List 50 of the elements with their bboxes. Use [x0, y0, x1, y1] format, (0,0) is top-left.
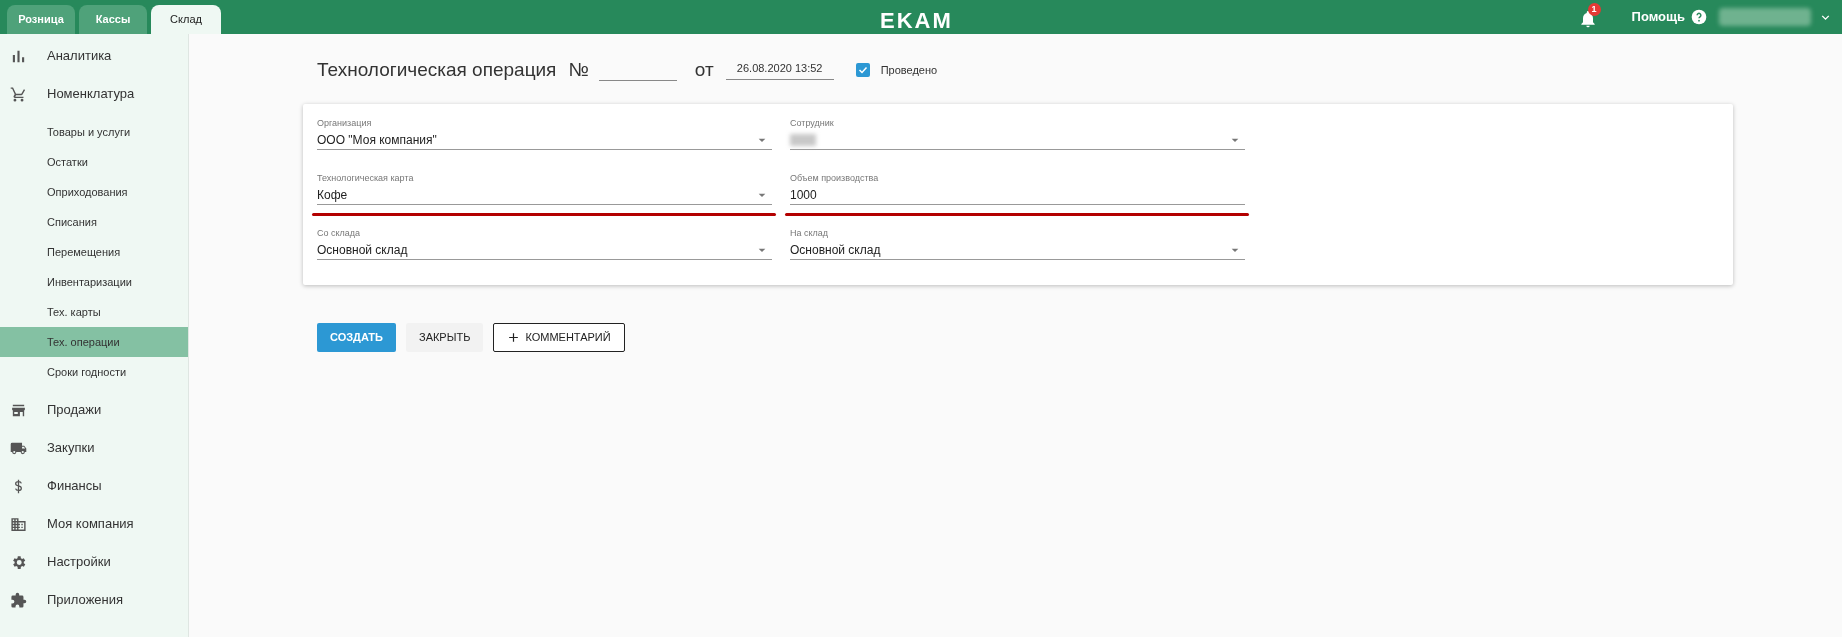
sidebar-item[interactable]: Настройки	[0, 543, 188, 581]
settings-icon	[10, 553, 27, 571]
select-field[interactable]	[790, 131, 1245, 150]
field-label: На склад	[790, 228, 830, 239]
action-button[interactable]: КОММЕНТАРИЙ	[493, 323, 625, 352]
blurred-value	[790, 134, 816, 146]
field-label: Организация	[317, 118, 373, 129]
sidebar-item[interactable]: Моя компания	[0, 505, 188, 543]
date-field[interactable]: 26.08.2020 13:52	[725, 59, 834, 81]
notification-button[interactable]: 1	[1577, 5, 1602, 29]
select-field[interactable]: Основной склад	[790, 241, 1245, 260]
sidebar-subitem[interactable]: Сроки годности	[0, 357, 188, 387]
field-label: Технологическая карта	[317, 173, 415, 184]
plus-icon	[507, 331, 521, 344]
sidebar-subitem[interactable]: Тех. карты	[0, 297, 188, 327]
logo[interactable]: EKAM	[880, 4, 953, 37]
posted-checkbox[interactable]	[855, 63, 870, 77]
check-icon	[856, 64, 869, 76]
help-icon	[1691, 9, 1707, 25]
field-label: Со склада	[317, 228, 362, 239]
field-label: Сотрудник	[790, 118, 835, 129]
sidebar-subitem[interactable]: Инвентаризации	[0, 267, 188, 297]
select-field[interactable]: ООО "Моя компания"	[317, 131, 772, 150]
sidebar-item[interactable]: Приложения	[0, 581, 188, 619]
action-button[interactable]: ЗАКРЫТЬ	[406, 323, 484, 352]
input-field[interactable]: 1000	[790, 186, 1245, 205]
sidebar-item[interactable]: Закупки	[0, 429, 188, 467]
cart-icon	[10, 85, 27, 103]
posted-label: Проведено	[880, 62, 938, 78]
sidebar-item[interactable]: Продажи	[0, 391, 188, 429]
sidebar-subitem[interactable]: Оприходования	[0, 177, 188, 207]
page-title: Технологическая операция	[317, 57, 557, 82]
sidebar-subitem[interactable]: Перемещения	[0, 237, 188, 267]
sidebar-subitem[interactable]: Тех. операции	[0, 327, 188, 357]
sidebar-item[interactable]: Номенклатура	[0, 75, 188, 113]
select-field[interactable]: Кофе	[317, 186, 772, 205]
top-tab[interactable]: Склад	[151, 5, 221, 34]
number-label: №	[568, 57, 589, 82]
sidebar-subitem[interactable]: Товары и услуги	[0, 117, 188, 147]
puzzle-icon	[10, 591, 27, 609]
date-label: от	[694, 57, 714, 82]
notification-badge: 1	[1587, 3, 1601, 16]
sidebar-item[interactable]: Финансы	[0, 467, 188, 505]
help-link[interactable]: Помощь	[1631, 7, 1685, 27]
field-label: Объем производства	[790, 173, 880, 184]
building-icon	[10, 515, 27, 533]
sidebar-subitem[interactable]: Остатки	[0, 147, 188, 177]
sidebar-subitem[interactable]: Списания	[0, 207, 188, 237]
sidebar-item[interactable]: Аналитика	[0, 37, 188, 75]
select-field[interactable]: Основной склад	[317, 241, 772, 260]
